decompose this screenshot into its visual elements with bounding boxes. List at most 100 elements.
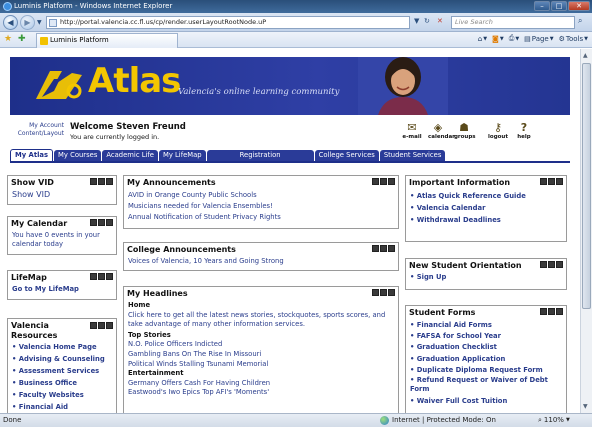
form-link[interactable]: Refund Request or Waiver of Debt Form xyxy=(410,376,562,394)
refresh-icon[interactable]: ↻ xyxy=(424,17,430,25)
resource-link[interactable]: Advising & Counseling xyxy=(12,353,112,365)
url-dropdown-icon[interactable]: ▼ xyxy=(414,17,419,25)
add-favorite-icon[interactable]: ✚ xyxy=(18,34,26,44)
logout-link[interactable]: ⚷ logout xyxy=(488,121,508,140)
vertical-scrollbar[interactable]: ▲ ▼ xyxy=(580,49,592,413)
edit-portlet-icon[interactable] xyxy=(98,322,105,329)
sign-up-link[interactable]: Sign Up xyxy=(410,273,562,282)
headline-link[interactable]: Political Winds Stalling Tsunami Memoria… xyxy=(128,360,394,370)
headlines-home-text[interactable]: Click here to get all the latest news st… xyxy=(128,311,394,330)
edit-portlet-icon[interactable] xyxy=(548,308,555,315)
tab-my-atlas[interactable]: My Atlas xyxy=(10,149,54,161)
minimize-portlet-icon[interactable] xyxy=(90,219,97,226)
home-button[interactable]: ⌂ ▼ xyxy=(478,35,487,43)
calendar-link[interactable]: ◈ calendar xyxy=(428,121,455,140)
tab-academic-life[interactable]: Academic Life xyxy=(102,150,158,161)
remove-portlet-icon[interactable] xyxy=(388,178,395,185)
close-button[interactable]: ✕ xyxy=(568,1,590,11)
recent-pages-dropdown-icon[interactable]: ▼ xyxy=(37,19,42,26)
remove-portlet-icon[interactable] xyxy=(106,178,113,185)
form-link[interactable]: Waiver Full Cost Tuition xyxy=(410,396,562,407)
form-link[interactable]: Duplicate Diploma Request Form xyxy=(410,365,562,376)
announcement-link[interactable]: Musicians needed for Valencia Ensembles! xyxy=(128,201,394,212)
minimize-portlet-icon[interactable] xyxy=(540,308,547,315)
important-link[interactable]: Atlas Quick Reference Guide xyxy=(410,190,562,202)
remove-portlet-icon[interactable] xyxy=(106,219,113,226)
headline-link[interactable]: Gambling Bans On The Rise In Missouri xyxy=(128,350,394,360)
search-input[interactable]: Live Search xyxy=(451,16,575,29)
url-input[interactable]: http://portal.valencia.cc.fl.us/cp/rende… xyxy=(46,16,410,29)
security-zone[interactable]: Internet | Protected Mode: On xyxy=(380,414,496,427)
groups-link[interactable]: ☗ groups xyxy=(454,121,476,140)
remove-portlet-icon[interactable] xyxy=(388,245,395,252)
college-announcement-link[interactable]: Voices of Valencia, 10 Years and Going S… xyxy=(128,257,394,266)
edit-portlet-icon[interactable] xyxy=(98,273,105,280)
important-link[interactable]: Withdrawal Deadlines xyxy=(410,214,562,226)
lifemap-link[interactable]: Go to My LifeMap xyxy=(12,285,79,293)
headline-link[interactable]: N.O. Police Officers Indicted xyxy=(128,340,394,350)
minimize-portlet-icon[interactable] xyxy=(90,322,97,329)
important-link[interactable]: Valencia Calendar xyxy=(410,202,562,214)
scroll-down-icon[interactable]: ▼ xyxy=(583,403,588,410)
announcement-link[interactable]: Annual Notification of Student Privacy R… xyxy=(128,212,394,223)
calendar-events-text[interactable]: You have 0 events in your calendar today xyxy=(12,231,100,248)
headline-link[interactable]: Germany Offers Cash For Having Children xyxy=(128,379,394,389)
remove-portlet-icon[interactable] xyxy=(106,322,113,329)
edit-portlet-icon[interactable] xyxy=(380,289,387,296)
minimize-portlet-icon[interactable] xyxy=(372,245,379,252)
remove-portlet-icon[interactable] xyxy=(556,308,563,315)
stop-icon[interactable]: ✕ xyxy=(437,17,443,25)
edit-portlet-icon[interactable] xyxy=(380,178,387,185)
resource-link[interactable]: Financial Aid xyxy=(12,401,112,413)
feeds-button[interactable]: ◙ ▼ xyxy=(492,35,504,43)
form-link[interactable]: Graduation Checklist xyxy=(410,342,562,353)
minimize-portlet-icon[interactable] xyxy=(372,289,379,296)
email-link[interactable]: ✉ e-mail xyxy=(402,121,422,140)
headline-link[interactable]: Eastwood's Iwo Epics Top AFI's 'Moments' xyxy=(128,388,394,398)
minimize-button[interactable]: – xyxy=(534,1,550,11)
announcement-link[interactable]: AVID in Orange County Public Schools xyxy=(128,190,394,201)
scroll-up-icon[interactable]: ▲ xyxy=(583,52,588,59)
show-vid-link[interactable]: Show VID xyxy=(12,190,50,199)
content-layout-link[interactable]: Content/Layout xyxy=(12,130,64,138)
edit-portlet-icon[interactable] xyxy=(98,219,105,226)
page-menu-button[interactable]: ▤ Page ▼ xyxy=(524,35,553,43)
edit-portlet-icon[interactable] xyxy=(548,178,555,185)
resource-link[interactable]: Business Office xyxy=(12,377,112,389)
tools-menu-button[interactable]: ⚙ Tools ▼ xyxy=(559,35,588,43)
resource-link[interactable]: Faculty Websites xyxy=(12,389,112,401)
edit-portlet-icon[interactable] xyxy=(98,178,105,185)
form-link[interactable]: FAFSA for School Year xyxy=(410,331,562,342)
minimize-portlet-icon[interactable] xyxy=(90,273,97,280)
favorites-star-icon[interactable]: ★ xyxy=(4,34,12,44)
tab-student-services[interactable]: Student Services xyxy=(379,150,446,161)
remove-portlet-icon[interactable] xyxy=(556,261,563,268)
tab-registration[interactable]: Registration xyxy=(206,150,314,161)
my-account-link[interactable]: My Account xyxy=(12,122,64,130)
edit-portlet-icon[interactable] xyxy=(380,245,387,252)
form-link[interactable]: Graduation Application xyxy=(410,354,562,365)
forward-button[interactable]: ▶ xyxy=(20,15,35,30)
maximize-button[interactable]: □ xyxy=(551,1,567,11)
resource-link[interactable]: Valencia Home Page xyxy=(12,341,112,353)
back-button[interactable]: ◀ xyxy=(3,15,18,30)
search-icon[interactable]: ⌕ xyxy=(578,16,582,26)
minimize-portlet-icon[interactable] xyxy=(90,178,97,185)
tab-college-services[interactable]: College Services xyxy=(314,150,379,161)
tab-my-courses[interactable]: My Courses xyxy=(54,150,102,161)
browser-tab[interactable]: Luminis Platform xyxy=(36,33,178,48)
remove-portlet-icon[interactable] xyxy=(556,178,563,185)
edit-portlet-icon[interactable] xyxy=(548,261,555,268)
minimize-portlet-icon[interactable] xyxy=(540,261,547,268)
tab-my-lifemap[interactable]: My LifeMap xyxy=(158,150,206,161)
help-link[interactable]: ? help xyxy=(514,121,534,140)
remove-portlet-icon[interactable] xyxy=(106,273,113,280)
zoom-control[interactable]: ⌕ 110% ▼ xyxy=(538,414,570,427)
print-button[interactable]: ⎙ ▼ xyxy=(509,34,519,43)
scroll-thumb[interactable] xyxy=(582,63,591,309)
minimize-portlet-icon[interactable] xyxy=(372,178,379,185)
resource-link[interactable]: Assessment Services xyxy=(12,365,112,377)
remove-portlet-icon[interactable] xyxy=(388,289,395,296)
minimize-portlet-icon[interactable] xyxy=(540,178,547,185)
form-link[interactable]: Financial Aid Forms xyxy=(410,320,562,331)
